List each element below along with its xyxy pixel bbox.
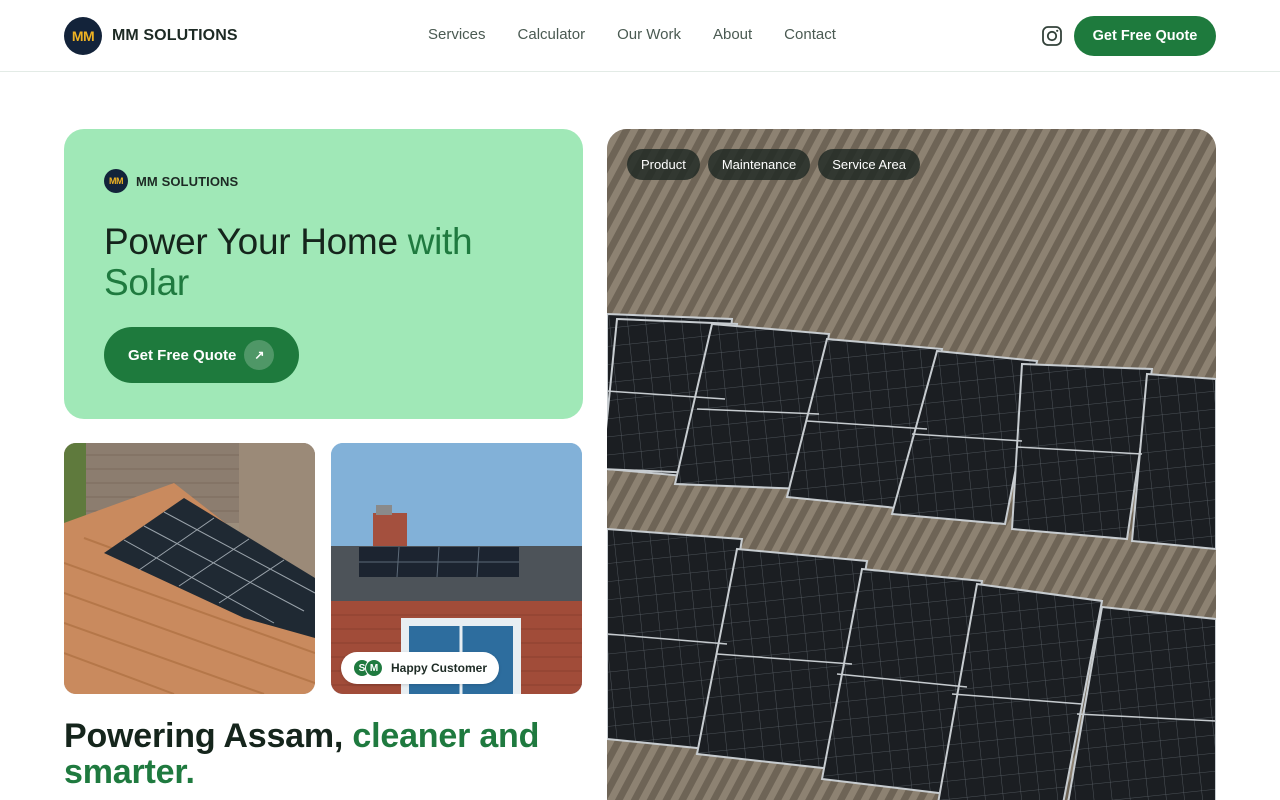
rooftop-solar-photo bbox=[64, 443, 315, 694]
nav-contact[interactable]: Contact bbox=[784, 26, 836, 43]
tagline-heading: Powering Assam, cleaner and smarter. bbox=[64, 718, 584, 790]
nav-services[interactable]: Services bbox=[428, 26, 486, 43]
happy-customer-badge: S M Happy Customer bbox=[341, 652, 500, 684]
solar-panels-feature-image: Product Maintenance Service Area bbox=[607, 129, 1216, 800]
get-quote-button[interactable]: Get Free Quote bbox=[1074, 16, 1216, 56]
hero-title: Power Your Home with Solar bbox=[104, 221, 544, 303]
brand-name: MM SOLUTIONS bbox=[112, 27, 238, 44]
hero-title-main: Power Your Home bbox=[104, 221, 408, 262]
hero-get-quote-button[interactable]: Get Free Quote ↗ bbox=[104, 327, 299, 383]
hero-card: MM MM SOLUTIONS Power Your Home with Sol… bbox=[64, 129, 583, 419]
brand-logo-link[interactable]: MM MM SOLUTIONS bbox=[64, 17, 238, 55]
chip-service-area[interactable]: Service Area bbox=[818, 149, 920, 180]
arrow-up-right-icon: ↗ bbox=[244, 340, 275, 370]
happy-customer-label: Happy Customer bbox=[391, 661, 488, 675]
house-solar-photo: S M Happy Customer bbox=[331, 443, 582, 694]
tagline-main: Powering Assam, bbox=[64, 717, 353, 755]
chip-product[interactable]: Product bbox=[627, 149, 700, 180]
nav-calculator[interactable]: Calculator bbox=[518, 26, 586, 43]
hero-button-label: Get Free Quote bbox=[128, 346, 237, 364]
feature-chips: Product Maintenance Service Area bbox=[627, 149, 920, 180]
logo-badge: MM bbox=[64, 17, 102, 55]
avatar: M bbox=[365, 659, 383, 677]
hero-brand: MM MM SOLUTIONS bbox=[104, 169, 238, 193]
hero-brand-name: MM SOLUTIONS bbox=[136, 173, 239, 189]
corrugated-roof-panels-image bbox=[607, 129, 1216, 800]
hero-logo-badge: MM bbox=[104, 169, 128, 193]
nav-about[interactable]: About bbox=[713, 26, 752, 43]
chip-maintenance[interactable]: Maintenance bbox=[707, 149, 811, 180]
site-header: MM MM SOLUTIONS Services Calculator Our … bbox=[0, 0, 1280, 72]
nav-our-work[interactable]: Our Work bbox=[617, 26, 681, 43]
instagram-icon[interactable] bbox=[1041, 25, 1063, 47]
customer-avatars: S M bbox=[353, 659, 383, 677]
main-nav: Services Calculator Our Work About Conta… bbox=[428, 26, 836, 43]
